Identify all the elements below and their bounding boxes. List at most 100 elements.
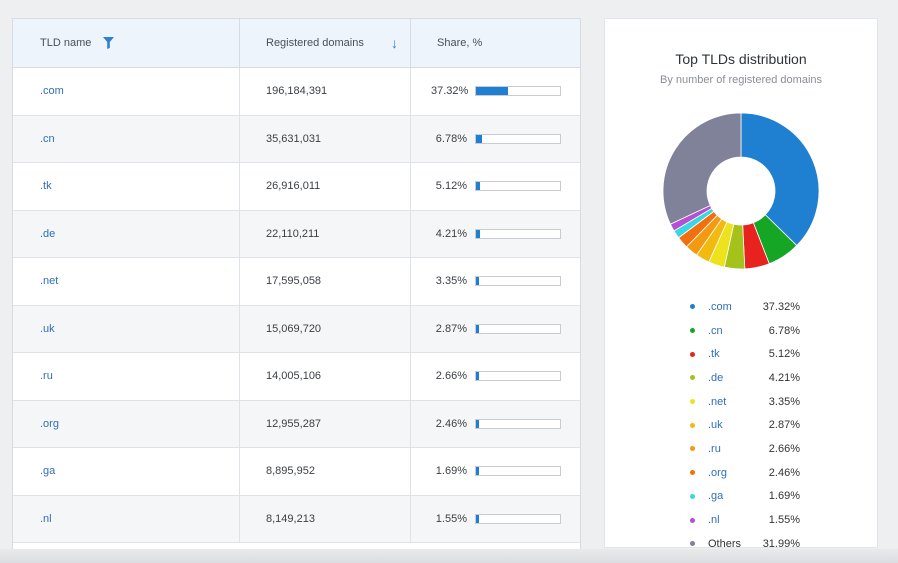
legend-marker	[690, 351, 695, 357]
share-cell: 2.46%	[411, 401, 580, 448]
registered-count: 12,955,287	[240, 400, 411, 447]
legend-marker	[690, 399, 695, 405]
share-bar-fill	[476, 134, 482, 143]
share-cell: 2.66%	[411, 353, 580, 400]
share-cell: 3.35%	[411, 258, 580, 305]
share-value: 1.55%	[435, 512, 467, 525]
share-cell: 4.21%	[411, 211, 580, 258]
share-value: 2.66%	[435, 370, 467, 383]
share-bar-fill	[476, 229, 480, 238]
tld-link[interactable]: .net	[13, 258, 240, 305]
share-bar	[475, 181, 561, 192]
legend-value: 1.55%	[768, 514, 800, 527]
legend-value: 3.35%	[768, 395, 800, 408]
table-row: .nl 8,149,213 1.55%	[13, 495, 580, 543]
share-value: 3.35%	[435, 275, 467, 288]
legend-value: 31.99%	[762, 537, 800, 550]
share-cell: 6.78%	[411, 116, 580, 163]
legend-marker	[690, 446, 695, 452]
column-header-share[interactable]: Share, %	[411, 19, 580, 67]
column-header-tld[interactable]: TLD name	[13, 19, 240, 67]
legend-label: .ga	[708, 490, 724, 503]
legend-label: .tk	[708, 348, 720, 361]
table-header: TLD name Registered domains ↓ Share, %	[13, 19, 580, 68]
share-bar	[475, 228, 561, 239]
registered-count: 26,916,011	[240, 163, 411, 210]
share-bar	[475, 133, 561, 144]
legend-item[interactable]: .org 2.46%	[690, 461, 800, 485]
share-value: 6.78%	[435, 132, 467, 145]
registered-count: 22,110,211	[240, 210, 411, 257]
legend-label: .cn	[708, 324, 723, 337]
legend-item[interactable]: .net 3.35%	[690, 390, 800, 414]
legend-label: .ru	[708, 442, 721, 455]
tld-link[interactable]: .com	[13, 68, 240, 115]
registered-count: 8,895,952	[240, 448, 411, 495]
legend-value: 2.46%	[768, 466, 800, 479]
legend-item[interactable]: .com 37.32%	[690, 295, 800, 319]
tld-link[interactable]: .uk	[13, 305, 240, 352]
legend-marker	[690, 470, 695, 476]
legend-item[interactable]: .uk 2.87%	[690, 413, 800, 437]
table-row: .ru 14,005,106 2.66%	[13, 353, 580, 401]
legend-value: 6.78%	[768, 324, 800, 337]
legend-value: 1.69%	[768, 490, 800, 503]
tld-link[interactable]: .ru	[13, 353, 240, 400]
legend-item[interactable]: .de 4.21%	[690, 366, 800, 390]
share-bar-fill	[476, 514, 479, 523]
legend-value: 37.32%	[762, 300, 800, 313]
table-row: .net 17,595,058 3.35%	[13, 258, 580, 306]
legend-item[interactable]: .tk 5.12%	[690, 342, 800, 366]
share-bar	[475, 323, 561, 334]
table-row: .cn 35,631,031 6.78%	[13, 115, 580, 163]
legend-label: .de	[708, 371, 724, 384]
legend-marker	[690, 517, 695, 523]
tld-link[interactable]: .org	[13, 400, 240, 447]
tld-link[interactable]: .de	[13, 210, 240, 257]
filter-icon[interactable]	[103, 37, 115, 49]
share-bar-fill	[476, 467, 479, 476]
chart-title: Top TLDs distribution	[675, 51, 807, 67]
table-row: .tk 26,916,011 5.12%	[13, 163, 580, 211]
tld-link[interactable]: .nl	[13, 495, 240, 542]
share-bar	[475, 466, 561, 477]
legend-item[interactable]: .cn 6.78%	[690, 319, 800, 343]
legend-marker	[690, 328, 695, 334]
tld-link[interactable]: .ga	[13, 448, 240, 495]
share-bar-fill	[476, 372, 479, 381]
share-bar	[475, 276, 561, 287]
legend-label: Others	[708, 537, 742, 550]
legend-value: 2.87%	[768, 419, 800, 432]
legend-item[interactable]: .nl 1.55%	[690, 508, 800, 532]
table-body: .com 196,184,391 37.32% .cn 35,631,031 6.78%.…	[13, 68, 580, 543]
share-bar-fill	[476, 277, 479, 286]
share-cell: 2.87%	[411, 306, 580, 353]
legend-item[interactable]: .ga 1.69%	[690, 485, 800, 509]
legend-label: .nl	[708, 514, 720, 527]
legend-item[interactable]: .ru 2.66%	[690, 437, 800, 461]
donut-chart	[662, 112, 820, 270]
chart-legend: .com 37.32% .cn 6.78% .tk 5.12% .de 4.21% .net 3.…	[690, 295, 800, 556]
donut-slice[interactable]	[662, 112, 742, 225]
legend-value: 2.66%	[768, 442, 800, 455]
tld-link[interactable]: .tk	[13, 163, 240, 210]
share-value: 2.46%	[435, 417, 467, 430]
share-bar	[475, 86, 561, 97]
legend-label: .uk	[708, 419, 723, 432]
share-cell: 37.32%	[411, 68, 580, 115]
legend-label: .net	[708, 395, 727, 408]
column-header-tld-label: TLD name	[40, 37, 92, 49]
sort-down-icon[interactable]: ↓	[391, 35, 398, 51]
chart-panel: Top TLDs distribution By number of regis…	[604, 18, 878, 550]
legend-marker	[690, 375, 695, 381]
registered-count: 8,149,213	[240, 495, 411, 542]
share-bar-fill	[476, 182, 481, 191]
legend-label: .com	[708, 300, 732, 313]
tld-link[interactable]: .cn	[13, 115, 240, 162]
chart-subtitle: By number of registered domains	[659, 74, 823, 86]
legend-value: 4.21%	[768, 371, 800, 384]
column-header-registered[interactable]: Registered domains ↓	[240, 19, 411, 67]
registered-count: 17,595,058	[240, 258, 411, 305]
legend-value: 5.12%	[768, 348, 800, 361]
table-row: .com 196,184,391 37.32%	[13, 68, 580, 116]
